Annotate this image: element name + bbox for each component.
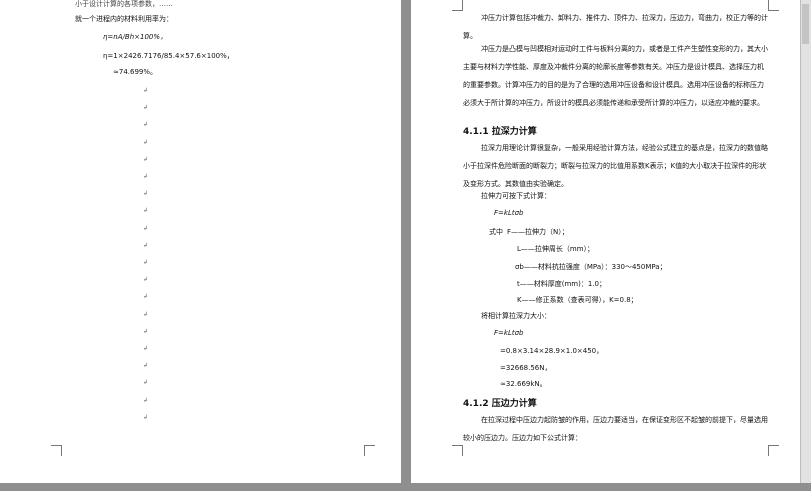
- intro-text: 就一个进程内的材料利用率为：: [75, 15, 173, 23]
- page-corner-mark: [768, 0, 779, 11]
- where-label: 式中: [489, 228, 503, 236]
- paragraph-mark: ↲: [143, 224, 149, 232]
- calc-line: η=1×2426.7176/85.4×57.6×100%，: [103, 52, 234, 60]
- paragraph-6: 在拉深过程中压边力起防皱的作用，压边力要适当，在保证变形区不起皱的前提下，尽量选…: [463, 416, 768, 442]
- paragraph-mark: ↲: [143, 173, 149, 180]
- paragraph-mark: ↲: [143, 259, 149, 266]
- definition-t: t——材料厚度(mm)：1.0；: [517, 280, 606, 288]
- page-corner-mark: [51, 445, 62, 456]
- page-corner-mark: [452, 0, 463, 11]
- cutoff-text: 小于设计计算的各项参数，……: [75, 0, 173, 8]
- formula-eta: η=nA/Bh×100%，: [103, 33, 168, 41]
- result-line: ≈74.699%。: [113, 68, 158, 76]
- document-page-right: 冲压力计算包括冲裁力、卸料力、推件力、顶件力、拉深力，压边力，弯曲力，校正力等的…: [411, 0, 801, 483]
- calc-step-1: =0.8×3.14×28.9×1.0×450，: [500, 347, 604, 355]
- paragraph-mark: ↲: [143, 293, 149, 301]
- paragraph-mark: ↲: [143, 241, 149, 249]
- paragraph-mark: ↲: [143, 362, 149, 370]
- paragraph-mark: ↲: [143, 379, 149, 387]
- paragraph-mark: ↲: [143, 396, 149, 404]
- definition-L: L——拉伸周长（mm）；: [517, 245, 595, 253]
- section-heading-4-1-2: 4.1.2 压边力计算: [463, 399, 537, 409]
- paragraph-mark: ↲: [143, 413, 149, 421]
- definition-F: F——拉伸力（N）；: [507, 228, 569, 236]
- paragraph-2: 冲压力是凸模与凹模相对运动时工件与板料分离的力，或者是工件产生塑性变形的力，其大…: [463, 45, 768, 107]
- paragraph-mark: ↲: [143, 310, 149, 318]
- bottom-gap: [0, 483, 811, 491]
- formula-1: F=kLtσb: [494, 209, 524, 217]
- formula-2: F=kLtσb: [494, 329, 524, 337]
- definition-sigma: σb——材料抗拉强度（MPa）：330～450MPa；: [515, 263, 667, 271]
- paragraph-mark: ↲: [143, 207, 149, 215]
- paragraph-mark: ↲: [143, 87, 149, 94]
- paragraph-mark: ↲: [143, 345, 149, 352]
- page-corner-mark: [364, 445, 375, 456]
- calc-step-3: ≈32.669kN。: [500, 380, 547, 388]
- page-corner-mark: [768, 445, 779, 456]
- paragraph-mark: ↲: [143, 121, 149, 129]
- paragraph-mark: ↲: [143, 276, 149, 284]
- paragraph-3: 拉深力用理论计算很复杂，一般采用经验计算方法，经验公式建立的基点是，拉深力的数值…: [463, 144, 768, 188]
- paragraph-mark: ↲: [143, 155, 149, 163]
- paragraph-5: 将相计算拉深力大小：: [481, 312, 551, 320]
- paragraph-mark: ↲: [143, 327, 149, 335]
- paragraph-mark: ↲: [143, 138, 149, 146]
- page-gap: [401, 0, 411, 491]
- paragraph-mark: ↲: [143, 190, 149, 198]
- paragraph-mark: ↲: [143, 104, 149, 112]
- scrollbar-thumb[interactable]: [802, 4, 809, 44]
- paragraph-4: 拉伸力可按下式计算：: [481, 192, 551, 200]
- definition-K: K——修正系数（查表可得），K=0.8；: [517, 296, 638, 304]
- vertical-scrollbar[interactable]: [800, 0, 811, 491]
- section-heading-4-1-1: 4.1.1 拉深力计算: [463, 127, 537, 137]
- calc-step-2: =32668.56N，: [500, 364, 552, 372]
- document-page-left: 小于设计计算的各项参数，…… 就一个进程内的材料利用率为： η=nA/Bh×10…: [0, 0, 401, 483]
- page-corner-mark: [452, 445, 463, 456]
